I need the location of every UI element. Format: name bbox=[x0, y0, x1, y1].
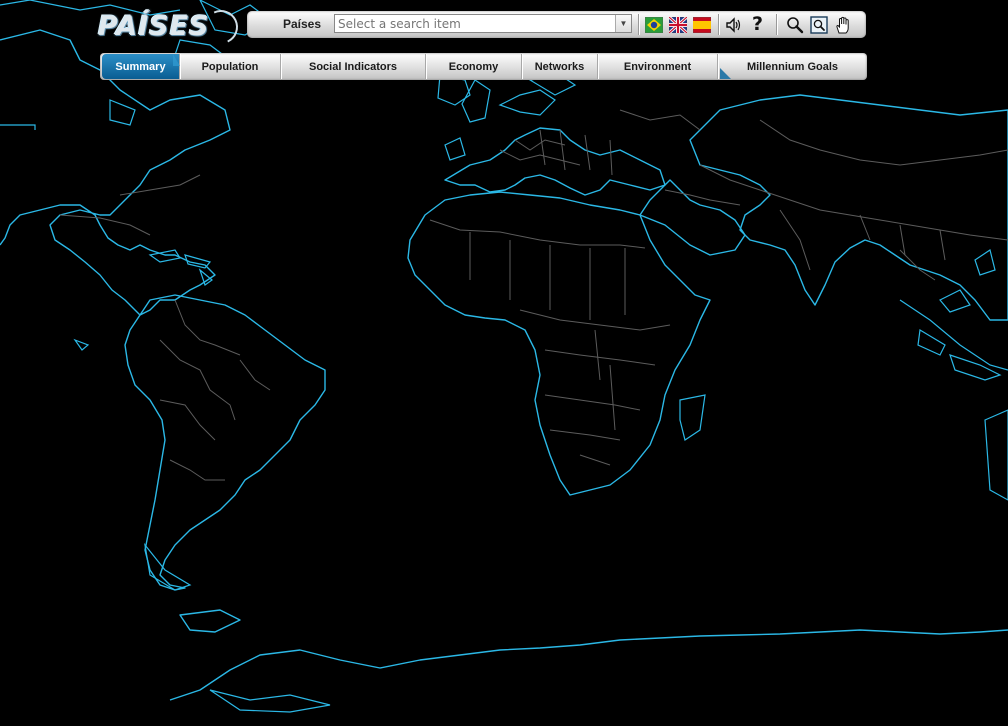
tab-summary[interactable]: Summary bbox=[102, 54, 180, 79]
europe-coast[interactable] bbox=[444, 127, 666, 196]
africa-coast[interactable] bbox=[407, 191, 711, 496]
antarctica-coast[interactable] bbox=[169, 629, 1008, 701]
countries-label: Países bbox=[283, 17, 322, 31]
zoom-box-icon[interactable] bbox=[809, 15, 828, 34]
tab-economy[interactable]: Economy bbox=[426, 54, 522, 79]
tab-population[interactable]: Population bbox=[180, 54, 281, 79]
middle-east-coast[interactable] bbox=[639, 179, 746, 256]
world-map[interactable] bbox=[0, 0, 1008, 726]
top-toolbar: Países ▼ bbox=[247, 11, 866, 38]
tab-millennium-goals[interactable]: Millennium Goals bbox=[718, 54, 867, 79]
coastlines bbox=[0, 0, 1008, 713]
toolbar-divider bbox=[776, 14, 777, 35]
pan-hand-icon[interactable] bbox=[833, 15, 852, 34]
south-america-coast[interactable] bbox=[124, 294, 326, 591]
uk-flag-icon[interactable] bbox=[668, 15, 687, 34]
speaker-icon[interactable] bbox=[724, 15, 743, 34]
app-logo[interactable]: PAÍSES bbox=[98, 5, 243, 49]
brazil-flag-icon[interactable] bbox=[644, 15, 663, 34]
nav-tabs: Summary Population Social Indicators Eco… bbox=[100, 53, 867, 80]
help-icon[interactable]: ? bbox=[748, 15, 767, 34]
toolbar-divider bbox=[638, 14, 639, 35]
search-select[interactable]: ▼ bbox=[334, 14, 632, 33]
asia-coast[interactable] bbox=[689, 94, 1008, 321]
dropdown-arrow-icon[interactable]: ▼ bbox=[615, 15, 631, 32]
tab-social-indicators[interactable]: Social Indicators bbox=[281, 54, 426, 79]
spain-flag-icon[interactable] bbox=[692, 15, 711, 34]
tab-environment[interactable]: Environment bbox=[598, 54, 718, 79]
toolbar-divider bbox=[718, 14, 719, 35]
country-borders bbox=[59, 109, 1008, 481]
zoom-icon[interactable] bbox=[785, 15, 804, 34]
tab-networks[interactable]: Networks bbox=[522, 54, 598, 79]
search-input[interactable] bbox=[335, 16, 615, 31]
logo-text: PAÍSES bbox=[98, 10, 210, 42]
